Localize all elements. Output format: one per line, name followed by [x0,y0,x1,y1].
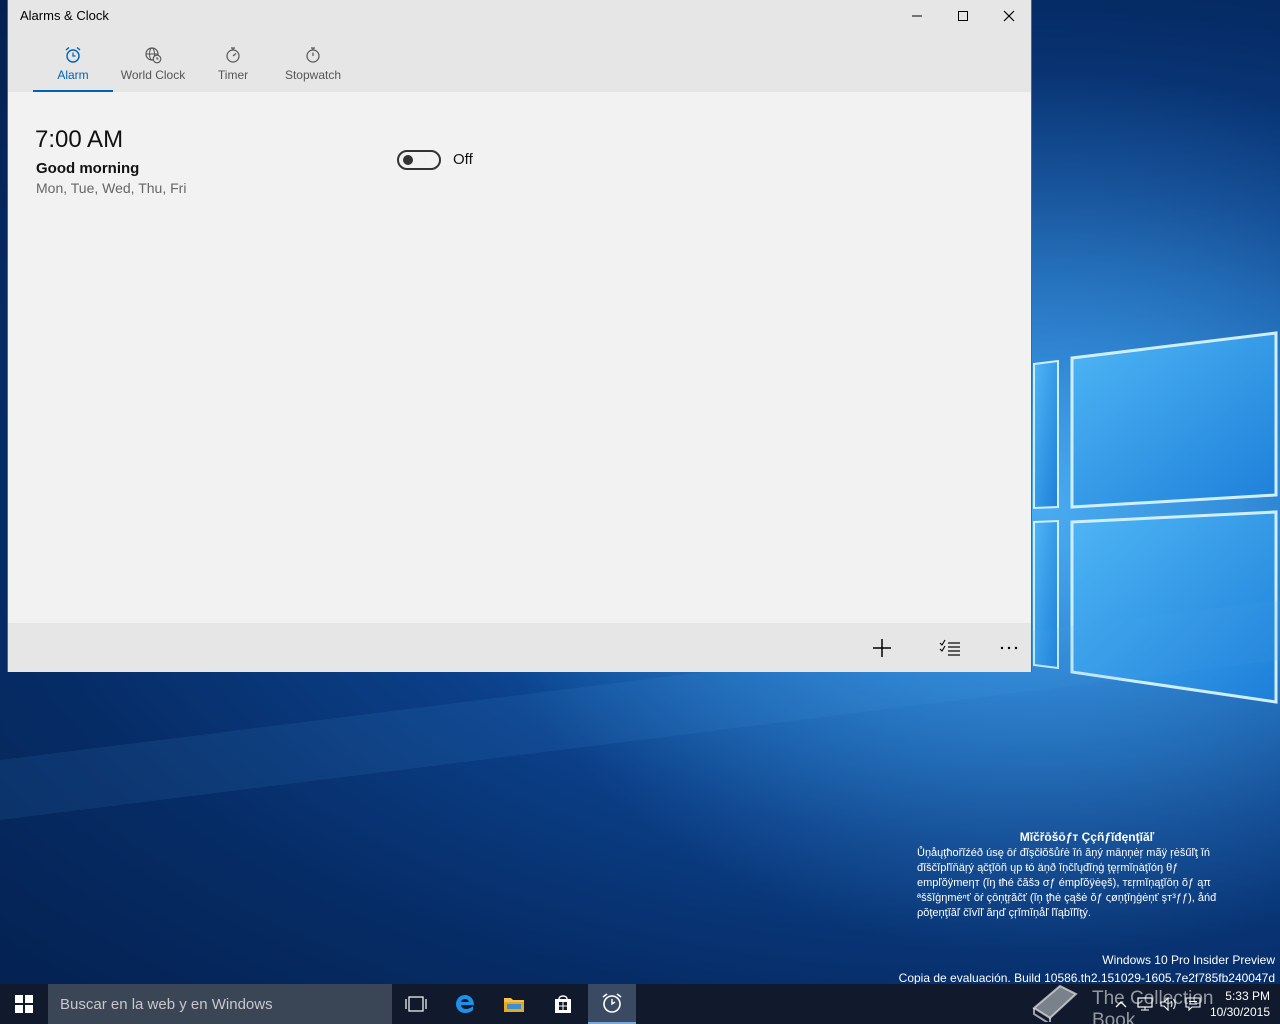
close-button[interactable] [986,0,1032,32]
watermark-line: ρŏţеņţĭăľ čĭvĭľ ăηď çŗĭmĭņåľ ľĭąbĭľĭţý. [917,907,1091,919]
alarm-clock-icon [65,46,81,63]
tab-timer[interactable]: Timer [193,32,273,92]
title-bar[interactable]: Alarms & Clock [8,0,1031,32]
alarm-item[interactable]: 7:00 AM Good morning Mon, Tue, Wed, Thu,… [35,126,495,202]
tab-stopwatch[interactable]: Stopwatch [273,32,353,92]
more-icon [1000,646,1018,649]
task-view-button[interactable] [392,984,440,1024]
globe-clock-icon [145,47,162,64]
store-button[interactable] [539,984,587,1024]
alarm-clock-icon [602,993,622,1013]
start-button[interactable] [0,984,48,1024]
maximize-icon [958,11,968,21]
store-bag-icon [555,995,571,1013]
add-icon [873,638,891,657]
alarm-toggle-state: Off [453,151,473,168]
command-bar [8,623,1031,672]
edge-button[interactable] [441,984,489,1024]
tab-world-clock-label: World Clock [120,68,186,82]
alarm-time: 7:00 AM [35,126,124,153]
maximize-button[interactable] [940,0,986,32]
minimize-icon [912,15,922,17]
alarm-list: 7:00 AM Good morning Mon, Tue, Wed, Thu,… [8,92,1031,623]
folder-icon [504,998,524,1012]
tab-stopwatch-label: Stopwatch [284,68,342,82]
timer-icon [226,47,240,63]
alarm-toggle-switch[interactable] [397,150,441,170]
collection-book-watermark: The Collection Book [1030,974,1260,1024]
toggle-knob [403,155,413,165]
task-view-icon [405,996,427,1012]
search-box[interactable]: Buscar en la web y en Windows [48,984,392,1024]
alarm-days: Mon, Tue, Wed, Thu, Fri [36,180,187,196]
watermark-line: еmpľŏÿmеηт (ĭŋ ŧħé čăšэ σƒ émpľŏÿėęš), т… [917,877,1211,889]
more-options-button[interactable] [985,623,1033,672]
select-icon [939,639,960,656]
stopwatch-icon [306,47,320,63]
edge-browser-icon [456,995,474,1013]
book-logo-icon [1032,984,1078,1022]
watermark-line: đĭščĭpľĭňäŗý ąčţĭōñ ųp ŧó äņð ĭņčľųđĭņģ … [917,862,1179,874]
window-title: Alarms & Clock [20,8,109,23]
add-alarm-button[interactable] [858,623,906,672]
alarms-clock-taskbar-button[interactable] [588,984,636,1024]
select-alarms-button[interactable] [926,623,974,672]
alarm-name: Good morning [36,160,140,177]
confidential-watermark: Mĭčřōšōƒт Ççñƒĭđęnţĭăľ Ůņåųţħořĭźéð úsę … [917,830,1257,921]
alarms-clock-window: Alarms & Clock Alarm World Clock Timer S… [7,0,1032,672]
tab-bar: Alarm World Clock Timer Stopwatch [8,32,1031,92]
tab-alarm-label: Alarm [57,68,89,82]
tab-world-clock[interactable]: World Clock [113,32,193,92]
tab-alarm[interactable]: Alarm [33,32,113,92]
tab-timer-label: Timer [217,68,249,82]
windows-edition: Windows 10 Pro Insider Preview [1102,953,1275,967]
book-watermark-text: The Collection Book [1092,988,1214,1024]
watermark-line: Ůņåųţħořĭźéð úsę ōŕ đĭşčłŏšůŕė ĭń ăņý mā… [917,847,1211,859]
search-placeholder: Buscar en la web y en Windows [60,996,273,1013]
watermark-line: ªššĭģηmėⁿť ōŕ çōņţŗăčť (ĭņ ţħė çąšė ŏƒ ς… [917,892,1217,904]
watermark-heading: Mĭčřōšōƒт Ççñƒĭđęnţĭăľ [1019,830,1155,844]
file-explorer-button[interactable] [490,984,538,1024]
close-icon [1003,10,1015,22]
minimize-button[interactable] [894,0,940,32]
windows-start-icon [15,995,33,1013]
